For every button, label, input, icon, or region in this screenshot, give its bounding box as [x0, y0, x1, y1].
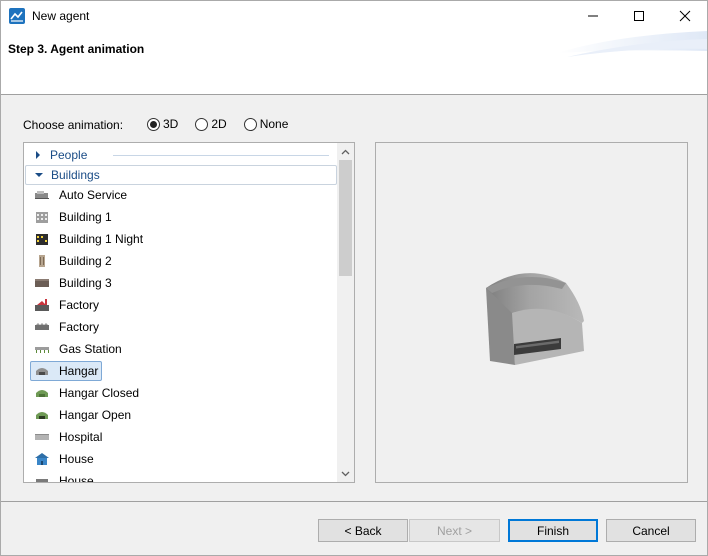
scroll-down-button[interactable] — [337, 465, 354, 482]
radio-2d-label: 2D — [211, 117, 227, 131]
list-item-building-1-night[interactable]: Building 1 Night — [30, 229, 335, 249]
factory-gray-icon — [33, 319, 51, 335]
radio-3d-label: 3D — [163, 117, 179, 131]
chevron-down-icon — [341, 471, 350, 476]
wizard-header: Step 3. Agent animation — [1, 31, 707, 95]
new-agent-dialog: New agent Step 3. Agent animation Choose… — [0, 0, 708, 556]
list-item-label: House — [59, 452, 94, 466]
maximize-button[interactable] — [616, 1, 661, 31]
category-people[interactable]: People — [25, 145, 337, 165]
list-item-label: Hospital — [59, 430, 103, 444]
list-item-label: Hangar — [59, 364, 99, 378]
list-item-label: Factory — [59, 298, 100, 312]
gas-station-icon — [33, 341, 51, 357]
header-decoration — [557, 31, 707, 57]
chevron-up-icon — [341, 149, 350, 154]
expand-arrow-icon[interactable] — [34, 151, 42, 159]
maximize-icon — [633, 11, 644, 21]
scroll-thumb[interactable] — [339, 160, 352, 276]
footer-separator — [1, 501, 707, 502]
radio-3d[interactable]: 3D — [147, 117, 178, 131]
animation-preview-panel[interactable] — [375, 142, 688, 483]
choose-animation-label: Choose animation: — [23, 118, 124, 132]
hangar-open-icon — [33, 407, 51, 423]
list-item-hangar-closed[interactable]: Hangar Closed — [30, 383, 335, 403]
hangar-3d-model — [486, 273, 584, 365]
hangar-icon — [33, 363, 51, 379]
list-item-label: Building 3 — [59, 276, 112, 290]
factory-red-icon — [33, 297, 51, 313]
list-item-auto-service[interactable]: Auto Service — [30, 185, 335, 205]
next-button[interactable]: Next > — [409, 519, 500, 542]
radio-2d[interactable]: 2D — [195, 117, 227, 131]
radio-3d-indicator[interactable] — [147, 117, 160, 131]
step-title: Step 3. Agent animation — [8, 42, 145, 56]
list-item-hangar[interactable]: Hangar — [30, 361, 335, 381]
category-buildings[interactable]: Buildings — [25, 165, 337, 185]
list-item-label: Hangar Closed — [59, 386, 140, 400]
house-partial-icon — [33, 473, 51, 482]
cancel-button[interactable]: Cancel — [606, 519, 696, 542]
minimize-icon — [587, 15, 598, 17]
radio-none[interactable]: None — [243, 117, 289, 131]
list-item-gas-station[interactable]: Gas Station — [30, 339, 335, 359]
hangar-closed-icon — [33, 385, 51, 401]
list-item-factory-2[interactable]: Factory — [30, 317, 335, 337]
list-item-label: Hangar Open — [59, 408, 132, 422]
building-2-icon — [33, 253, 51, 269]
scroll-up-button[interactable] — [337, 143, 354, 160]
list-item-label: Building 1 Night — [59, 232, 144, 246]
building-3-icon — [33, 275, 51, 291]
radio-2d-indicator[interactable] — [195, 117, 209, 131]
radio-none-label: None — [259, 117, 289, 131]
close-icon — [679, 10, 690, 22]
animation-radio-group: 3D 2D None — [147, 117, 305, 131]
list-item-label: Building 1 — [59, 210, 112, 224]
minimize-button[interactable] — [570, 1, 615, 31]
animation-tree-list[interactable]: People Buildings Auto Service Building 1… — [23, 142, 355, 483]
house-icon — [33, 451, 51, 467]
list-item-label: Gas Station — [59, 342, 122, 356]
list-item-hospital[interactable]: Hospital — [30, 427, 335, 447]
list-item-building-3[interactable]: Building 3 — [30, 273, 335, 293]
collapse-arrow-icon[interactable] — [35, 171, 43, 179]
category-label: People — [50, 148, 88, 162]
building-1-night-icon — [33, 231, 51, 247]
list-item-label: Factory — [59, 320, 100, 334]
hospital-icon — [33, 429, 51, 445]
close-button[interactable] — [662, 1, 707, 31]
list-item-hangar-open[interactable]: Hangar Open — [30, 405, 335, 425]
list-item-label: Auto Service — [59, 188, 128, 202]
list-item-label: House — [59, 474, 94, 483]
building-1-icon — [33, 209, 51, 225]
list-item-factory-1[interactable]: Factory — [30, 295, 335, 315]
list-item-building-1[interactable]: Building 1 — [30, 207, 335, 227]
list-scrollbar[interactable] — [337, 143, 354, 482]
app-logo-icon — [9, 8, 25, 24]
list-item-house-2[interactable]: House — [30, 471, 335, 483]
back-button[interactable]: < Back — [318, 519, 408, 542]
finish-button[interactable]: Finish — [508, 519, 598, 542]
list-item-building-2[interactable]: Building 2 — [30, 251, 335, 271]
list-item-house-1[interactable]: House — [30, 449, 335, 469]
category-label: Buildings — [51, 168, 100, 182]
radio-none-indicator[interactable] — [243, 117, 257, 131]
auto-service-icon — [33, 187, 51, 203]
list-item-label: Building 2 — [59, 254, 112, 268]
window-title: New agent — [32, 9, 90, 23]
title-bar[interactable]: New agent — [1, 1, 707, 31]
